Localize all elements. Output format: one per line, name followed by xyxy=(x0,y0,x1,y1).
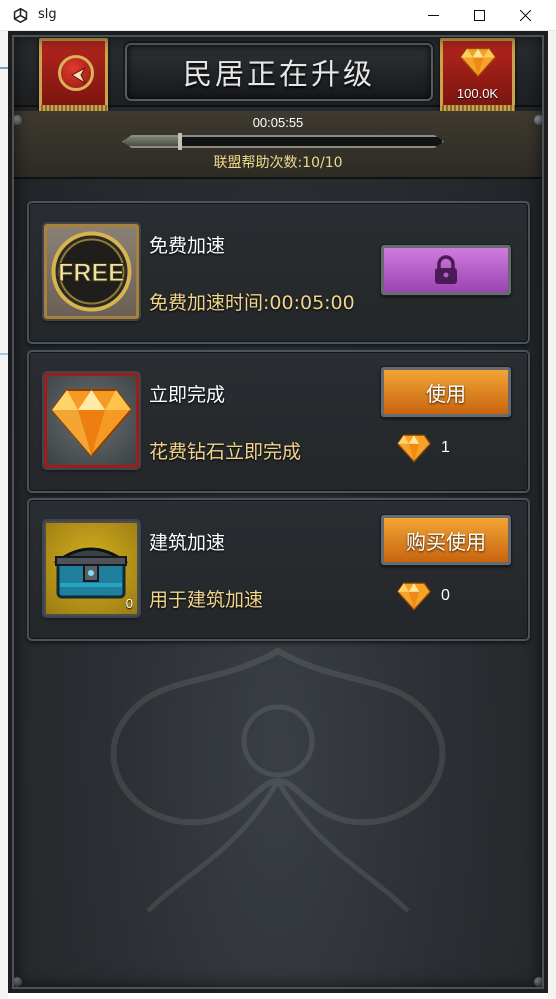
window-titlebar: slg xyxy=(0,0,556,31)
progress-marker xyxy=(177,133,182,150)
free-speedup-locked-button[interactable] xyxy=(381,245,511,295)
frame-bolt xyxy=(534,977,544,987)
gem-icon-frame xyxy=(44,373,139,468)
gem-icon xyxy=(50,389,133,458)
free-icon: FREE xyxy=(51,231,132,312)
gem-icon xyxy=(397,582,431,611)
game-viewport: 民居正在升级 100.0K 00:05:55 联盟帮助次数:10/10 FREE… xyxy=(8,31,548,993)
speedup-option-free: FREE 免费加速 免费加速时间:00:05:00 xyxy=(27,201,530,344)
item-title: 立即完成 xyxy=(149,384,226,406)
upgrade-progress-bar xyxy=(122,135,444,148)
free-icon-text: FREE xyxy=(58,259,125,287)
minimize-icon xyxy=(427,15,439,16)
maximize-button[interactable] xyxy=(456,0,502,31)
lock-icon xyxy=(435,255,457,284)
speedup-option-building: 0 建筑加速 用于建筑加速 购买使用 0 xyxy=(27,498,530,641)
header-bar: 民居正在升级 100.0K xyxy=(8,31,548,113)
minimize-button[interactable] xyxy=(410,0,456,31)
gem-cost: 0 xyxy=(397,578,450,614)
header-trim xyxy=(8,31,548,37)
upgrade-timer-panel: 00:05:55 联盟帮助次数:10/10 xyxy=(14,111,542,179)
gem-icon xyxy=(397,434,431,463)
page-title: 民居正在升级 xyxy=(182,57,375,91)
gem-balance: 100.0K xyxy=(456,86,499,101)
window-title: slg xyxy=(38,7,57,22)
buy-and-use-button[interactable]: 购买使用 xyxy=(381,515,511,565)
speedup-option-instant: 立即完成 花费钻石立即完成 使用 1 xyxy=(27,350,530,493)
chest-icon-frame: 0 xyxy=(44,521,139,616)
gem-balance-button[interactable]: 100.0K xyxy=(440,38,515,113)
frame-bolt xyxy=(534,115,544,125)
gem-icon xyxy=(460,47,496,78)
frame-bolt xyxy=(12,115,22,125)
gem-cost-value: 0 xyxy=(441,587,450,604)
time-remaining: 00:05:55 xyxy=(252,115,304,130)
free-icon-frame: FREE xyxy=(44,224,139,319)
frame-bolt xyxy=(12,977,22,987)
progress-fill xyxy=(124,137,182,146)
maximize-icon xyxy=(473,10,485,21)
desktop-strip-left xyxy=(0,31,8,999)
gem-cost: 1 xyxy=(397,430,450,466)
chest-icon xyxy=(53,547,129,599)
owned-count: 0 xyxy=(125,596,133,611)
desktop-mark xyxy=(0,353,8,355)
item-title: 免费加速 xyxy=(149,235,226,257)
item-title: 建筑加速 xyxy=(149,532,226,554)
close-icon xyxy=(519,10,531,21)
gem-cost-value: 1 xyxy=(441,439,450,456)
item-description: 免费加速时间:00:05:00 xyxy=(149,292,355,314)
title-plate: 民居正在升级 xyxy=(125,43,433,101)
unity-app-icon xyxy=(13,7,28,24)
desktop-strip-right xyxy=(548,31,556,999)
background-ornament xyxy=(110,647,446,913)
close-button[interactable] xyxy=(502,0,548,31)
back-arrow-icon xyxy=(70,66,87,85)
item-description: 用于建筑加速 xyxy=(149,589,264,611)
alliance-help-count: 联盟帮助次数:10/10 xyxy=(213,155,343,171)
back-button[interactable] xyxy=(39,38,108,113)
item-description: 花费钻石立即完成 xyxy=(149,441,302,463)
desktop-mark xyxy=(0,67,8,69)
use-button[interactable]: 使用 xyxy=(381,367,511,417)
